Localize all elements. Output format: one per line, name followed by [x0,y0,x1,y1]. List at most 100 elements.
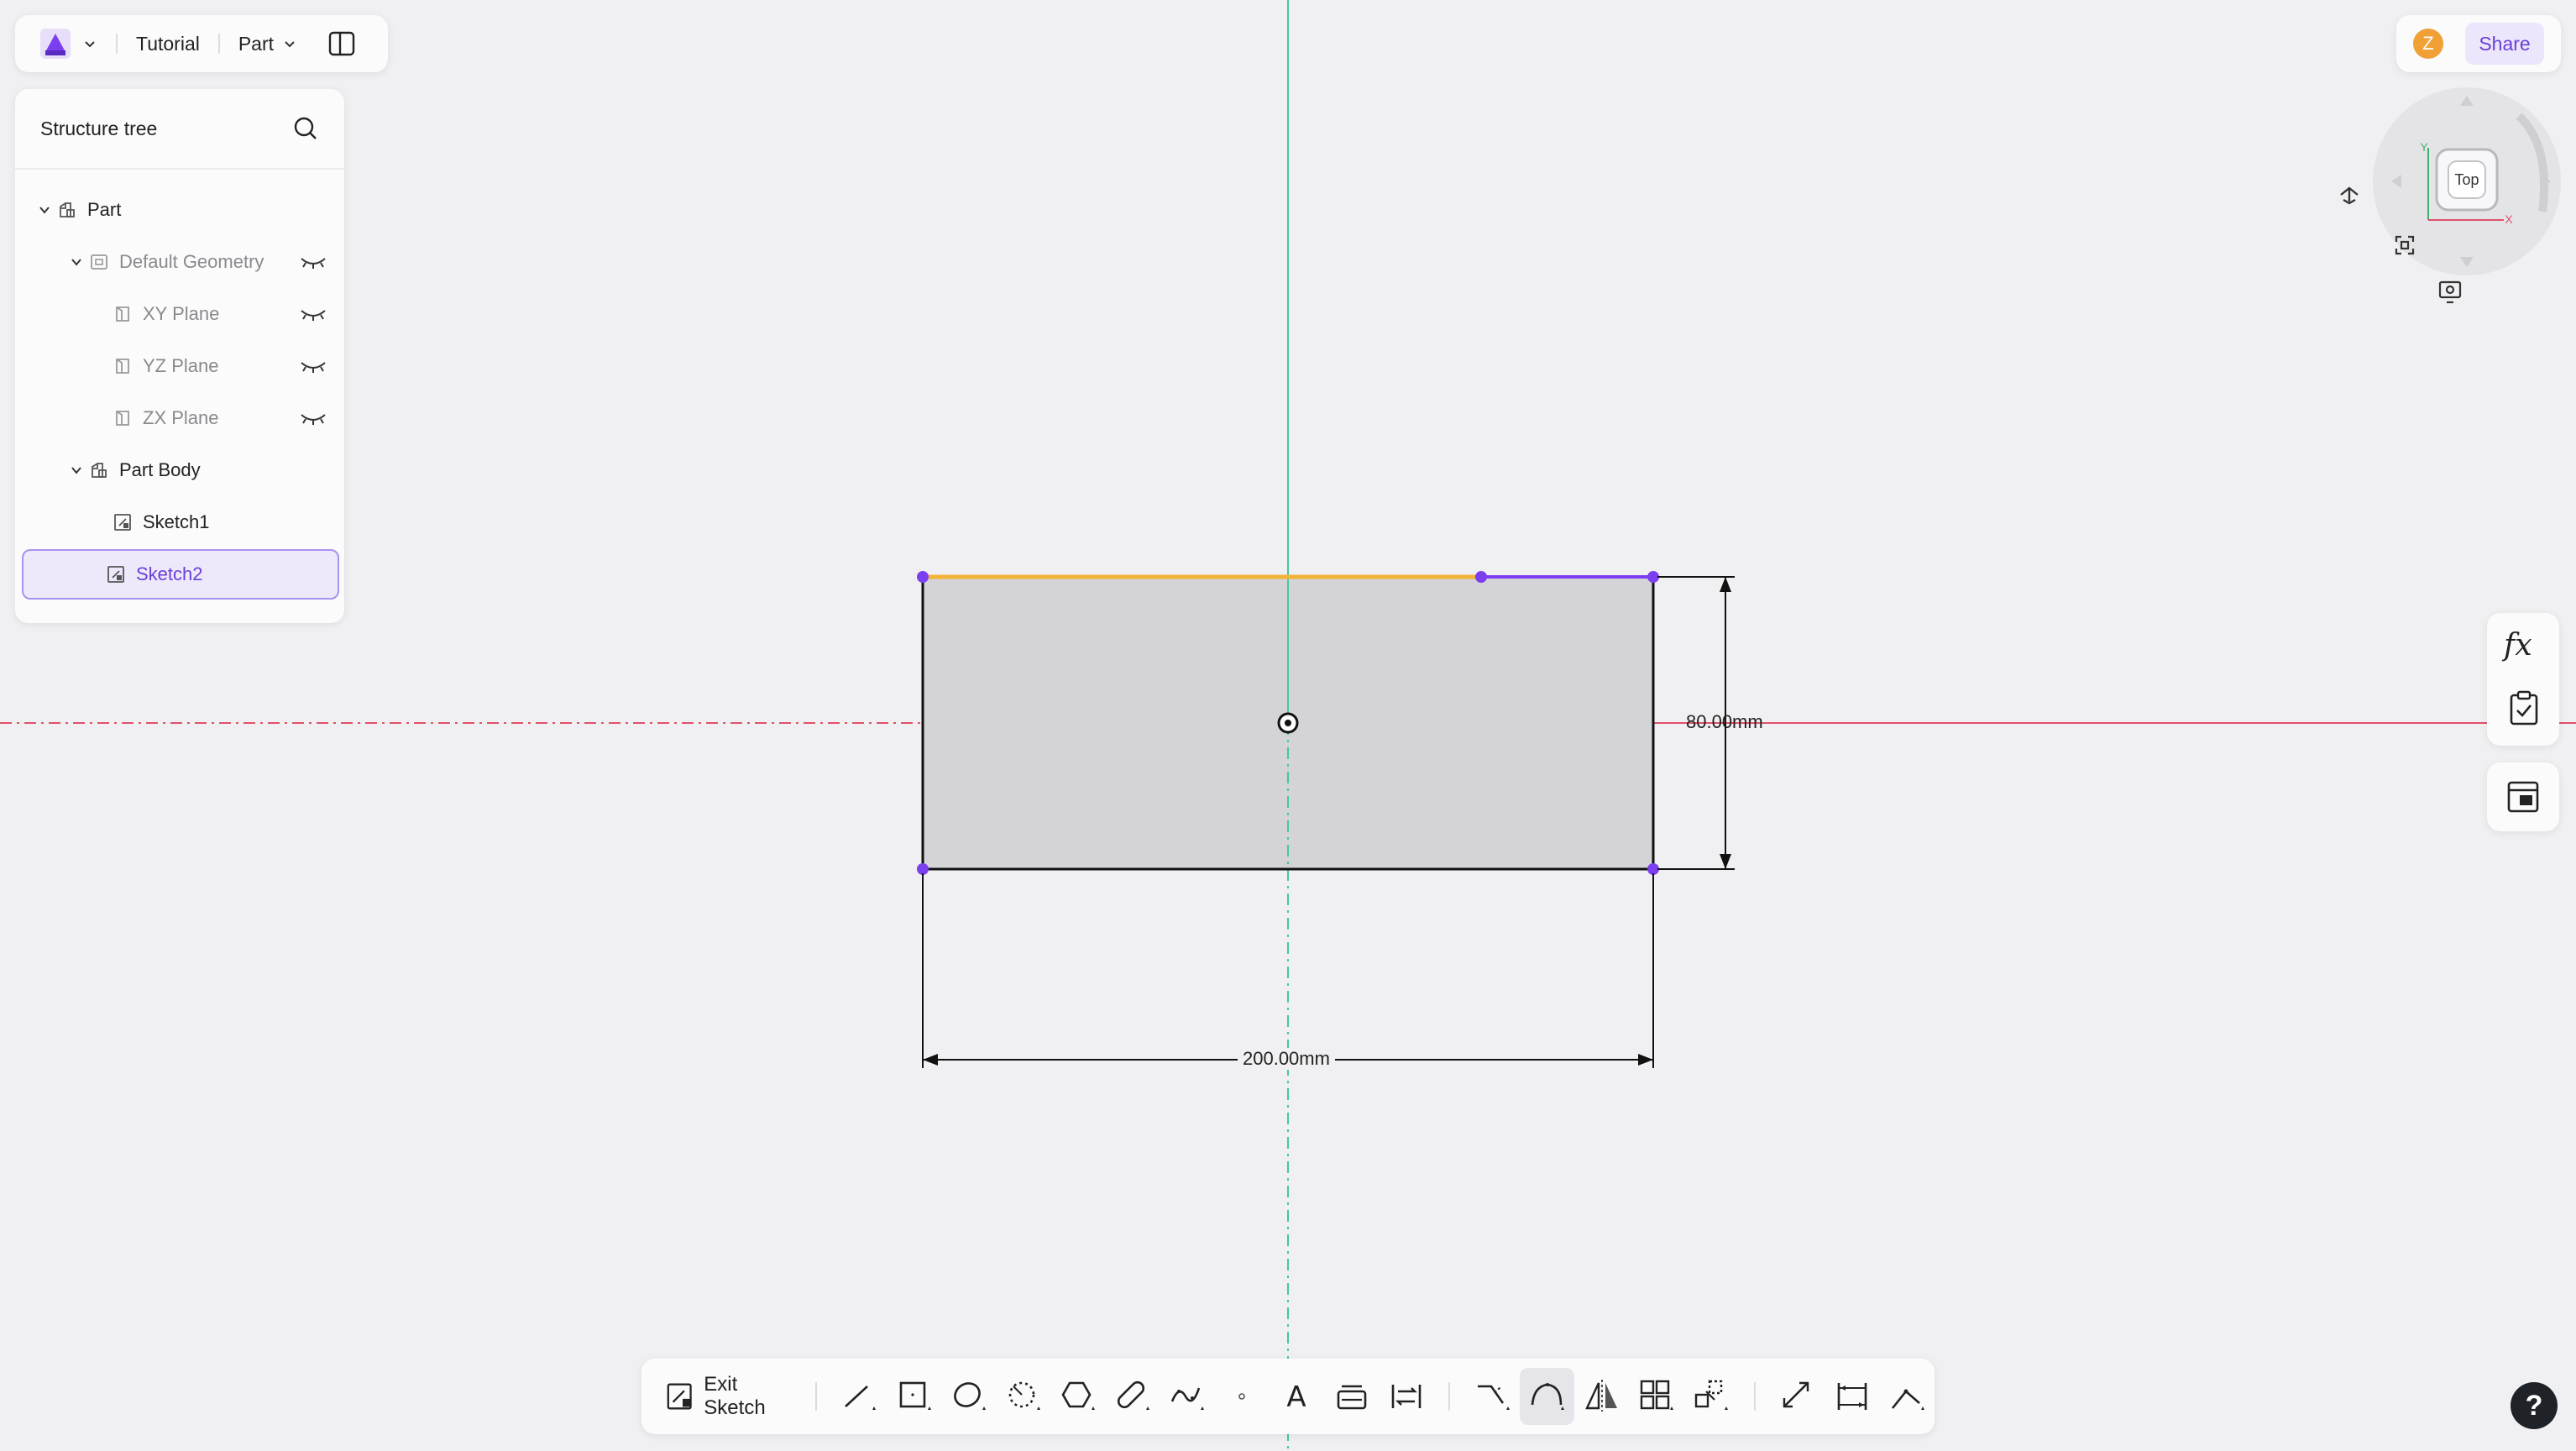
clipboard-check-icon[interactable] [2507,690,2541,727]
height-dimension-label[interactable]: 80.00mm [1681,711,1768,733]
point-tool-button[interactable] [1215,1368,1270,1425]
share-button[interactable]: Share [2465,23,2544,65]
part-body-icon [92,463,107,478]
axis-x-label: X [2505,212,2513,226]
chevron-down-icon [285,41,295,48]
arc-tool-button[interactable] [996,1368,1050,1425]
construction-tool-button[interactable] [1771,1368,1825,1425]
tree-item-zx-plane[interactable]: ZX Plane [22,393,339,443]
text-tool-button[interactable]: A [1270,1368,1324,1425]
tree-item-label: Part Body [119,459,201,480]
avatar[interactable]: Z [2413,29,2443,59]
circle-tool-button[interactable] [941,1368,996,1425]
axis-y-label: Y [2420,140,2428,154]
sketch-toolbar: Exit Sketch A [641,1359,1935,1434]
table-panel-icon[interactable] [2505,779,2541,815]
transform-tool-button[interactable] [1379,1368,1433,1425]
point-icon [1238,1393,1246,1400]
trim-tool-button[interactable] [1465,1368,1520,1425]
pattern-tool-button[interactable] [1630,1368,1684,1425]
display-mode-icon[interactable] [2438,280,2462,304]
sketch-vertex[interactable] [1647,571,1659,583]
line-tool-button[interactable] [832,1368,887,1425]
tree-item-label: Default Geometry [119,251,264,272]
dimension-icon [1838,1383,1867,1410]
tree-item-label: Sketch1 [143,511,210,532]
sketch-vertex[interactable] [1647,863,1659,875]
divider [814,1382,817,1411]
offset-icon [1337,1385,1366,1410]
trim-icon [1477,1385,1510,1410]
chevron-down-icon[interactable] [69,254,84,270]
fillet-tool-button[interactable] [1520,1368,1575,1425]
geometry-folder-icon [91,254,107,270]
exit-sketch-label: Exit Sketch [704,1373,766,1419]
app-logo-icon[interactable] [37,25,74,62]
tree-item-sketch1[interactable]: Sketch1 [22,497,339,547]
width-dimension-label[interactable]: 200.00mm [1238,1048,1335,1070]
rectangle-tool-button[interactable] [887,1368,941,1425]
share-bar: Z Share [2396,15,2561,72]
chevron-down-icon[interactable] [69,463,84,478]
sketch-transform-tool-button[interactable] [1684,1368,1739,1425]
constraint-tool-button[interactable] [1880,1368,1935,1425]
polygon-icon [1061,1381,1095,1410]
pattern-icon [1640,1380,1674,1410]
sketch-vertex[interactable] [1475,571,1487,583]
line-icon [845,1386,877,1410]
hidden-eye-icon[interactable] [299,254,327,270]
view-navigation-widget[interactable]: Top Y X [2314,86,2566,312]
offset-tool-button[interactable] [1324,1368,1379,1425]
tree-item-part-body[interactable]: Part Body [22,445,339,495]
hidden-eye-icon[interactable] [299,410,327,427]
slot-icon [1117,1380,1150,1410]
tree-item-sketch2[interactable]: Sketch2 [22,549,339,600]
search-icon[interactable] [292,115,319,142]
tree-item-part[interactable]: Part [22,185,339,235]
tree-item-yz-plane[interactable]: YZ Plane [22,341,339,391]
exit-sketch-icon [667,1383,692,1410]
tree-item-label: YZ Plane [143,355,219,376]
sketch-canvas[interactable] [0,0,2576,1451]
chevron-down-icon[interactable] [37,202,52,217]
home-view-icon[interactable] [2340,186,2359,205]
polygon-tool-button[interactable] [1050,1368,1105,1425]
panel-toggle-icon[interactable] [327,29,356,58]
construction-line-icon [1783,1381,1809,1408]
tree-item-label: Sketch2 [136,563,203,584]
fillet-icon [1531,1383,1564,1410]
plane-icon [116,411,129,426]
project-name[interactable]: Tutorial [136,33,200,55]
tree-item-xy-plane[interactable]: XY Plane [22,289,339,339]
divider [1448,1382,1451,1411]
text-tool-glyph: A [1287,1380,1306,1414]
divider [217,34,220,54]
move-copy-icon [1695,1380,1729,1410]
origin-point-center [1285,720,1291,726]
exit-sketch-button[interactable]: Exit Sketch [665,1373,800,1420]
rectangle-icon [899,1381,931,1410]
fx-variables-icon[interactable]: fx [2504,628,2532,663]
circle-icon [953,1382,986,1410]
structure-tree-title: Structure tree [40,117,158,139]
sketch-vertex[interactable] [917,863,929,875]
divider [116,34,118,54]
sketch-icon [114,514,131,531]
mirror-tool-button[interactable] [1574,1368,1629,1425]
chevron-down-icon[interactable] [82,36,97,51]
dimension-tool-button[interactable] [1825,1368,1880,1425]
hidden-eye-icon[interactable] [299,306,327,322]
right-tools-panel: fx [2487,613,2559,746]
top-menu-bar: Tutorial Part [15,15,388,72]
structure-tree-panel: Structure tree Part Default Geometry XY … [15,89,344,623]
spline-tool-button[interactable] [1160,1368,1215,1425]
slot-tool-button[interactable] [1105,1368,1160,1425]
sketch-icon [107,566,124,583]
help-button[interactable]: ? [2511,1382,2558,1429]
hidden-eye-icon[interactable] [299,358,327,375]
mode-label: Part [238,32,275,55]
mode-dropdown[interactable]: Part [238,33,297,55]
tree-item-default-geometry[interactable]: Default Geometry [22,237,339,287]
sketch-vertex[interactable] [917,571,929,583]
text-icon: A [1287,1380,1306,1414]
